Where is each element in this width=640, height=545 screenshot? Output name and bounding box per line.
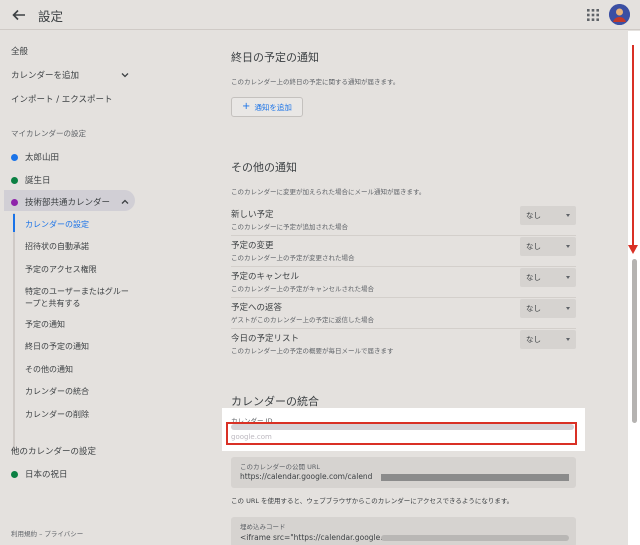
calendar-color-dot xyxy=(11,470,18,478)
calendar-color-dot xyxy=(11,198,18,206)
sidebar-calendar-tech-shared[interactable]: 技術部共通カレンダー xyxy=(11,196,110,208)
calendar-color-dot xyxy=(11,153,18,161)
submenu-share-users-line2[interactable]: ープと共有する xyxy=(25,298,81,309)
notif-row-desc: ゲストがこのカレンダー上の予定に返信した場合 xyxy=(231,316,374,324)
scroll-annotation-arrow-head-icon xyxy=(628,245,638,254)
back-arrow-icon[interactable] xyxy=(11,7,27,23)
other-calendars-heading: 他のカレンダーの設定 xyxy=(11,447,97,457)
submenu-active-indicator xyxy=(13,214,15,232)
sidebar-item-add-calendar[interactable]: カレンダーを追加 xyxy=(11,69,79,81)
add-notification-label: 通知を追加 xyxy=(254,102,292,112)
submenu-event-notifications[interactable]: 予定の通知 xyxy=(25,319,65,330)
public-url-redacted xyxy=(381,474,569,481)
notif-row-label: 新しい予定 xyxy=(231,210,274,220)
notif-row-label: 予定の変更 xyxy=(231,241,274,251)
calendar-label: 太郎山田 xyxy=(25,153,60,163)
submenu-other-notifications[interactable]: その他の通知 xyxy=(25,364,73,375)
integration-section-title: カレンダーの統合 xyxy=(231,395,319,408)
notif-row-daily-agenda: 今日の予定リスト このカレンダー上の予定の概要が毎日メールで届きます なし xyxy=(231,329,576,360)
notif-row-desc: このカレンダー上の予定の概要が毎日メールで届きます xyxy=(231,347,394,355)
public-url-text: https://calendar.google.com/calend xyxy=(240,472,373,481)
my-calendars-heading: マイカレンダーの設定 xyxy=(11,129,86,138)
submenu-allday-notifications[interactable]: 終日の予定の通知 xyxy=(25,341,89,352)
dropdown-arrow-icon xyxy=(566,276,570,279)
app-header: 設定 xyxy=(0,0,640,30)
calendar-label: 日本の祝日 xyxy=(25,470,68,480)
submenu-guide-line xyxy=(13,213,15,453)
embed-code-blurred xyxy=(381,535,569,541)
dropdown-arrow-icon xyxy=(566,338,570,341)
sidebar-item-general[interactable]: 全般 xyxy=(11,45,28,57)
notif-select-event-response[interactable]: なし xyxy=(520,299,576,318)
scrollbar-thumb[interactable] xyxy=(632,259,637,423)
dropdown-arrow-icon xyxy=(566,245,570,248)
footer-links[interactable]: 利用規約 – プライバシー xyxy=(11,528,83,538)
embed-code-field[interactable]: 埋め込みコード <iframe src="https://calendar.go… xyxy=(231,517,576,545)
public-url-note: この URL を使用すると、ウェブブラウザからこのカレンダーにアクセスできるよう… xyxy=(231,497,514,505)
embed-code-label: 埋め込みコード xyxy=(240,523,286,531)
calendar-label: 誕生日 xyxy=(25,176,51,186)
notif-row-label: 予定のキャンセル xyxy=(231,272,300,282)
notif-row-event-response: 予定への返答 ゲストがこのカレンダー上の予定に返信した場合 なし xyxy=(231,298,576,329)
other-section-desc: このカレンダーに変更が加えられた場合にメール通知が届きます。 xyxy=(231,188,426,196)
submenu-integrate-calendar[interactable]: カレンダーの統合 xyxy=(25,386,89,397)
notif-row-new-event: 新しい予定 このカレンダーに予定が追加された場合 なし xyxy=(231,205,576,236)
embed-code-text: <iframe src="https://calendar.google.c xyxy=(240,533,387,542)
avatar-image-icon xyxy=(609,4,630,25)
submenu-access-permissions[interactable]: 予定のアクセス権限 xyxy=(25,264,97,275)
public-url-field[interactable]: このカレンダーの公開 URL https://calendar.google.c… xyxy=(231,457,576,488)
sidebar-calendar-birthday[interactable]: 誕生日 xyxy=(11,174,51,186)
submenu-share-users-line1[interactable]: 特定のユーザーまたはグルー xyxy=(25,286,129,297)
sidebar-calendar-jp-holidays[interactable]: 日本の祝日 xyxy=(11,468,68,480)
add-notification-button[interactable]: + 通知を追加 xyxy=(231,97,303,117)
other-section-title: その他の通知 xyxy=(231,161,297,174)
notif-row-changed-event: 予定の変更 このカレンダー上の予定が変更された場合 なし xyxy=(231,236,576,267)
submenu-auto-accept[interactable]: 招待状の自動承諾 xyxy=(25,241,89,252)
dropdown-arrow-icon xyxy=(566,307,570,310)
avatar[interactable] xyxy=(609,4,630,25)
sidebar-calendar-taro[interactable]: 太郎山田 xyxy=(11,151,59,163)
notif-select-new-event[interactable]: なし xyxy=(520,206,576,225)
submenu-delete-calendar[interactable]: カレンダーの削除 xyxy=(25,409,89,420)
chevron-down-icon[interactable] xyxy=(121,71,129,79)
chevron-up-icon[interactable] xyxy=(121,198,129,206)
allday-section-title: 終日の予定の通知 xyxy=(231,51,319,64)
submenu-calendar-settings[interactable]: カレンダーの設定 xyxy=(25,219,89,230)
notif-select-changed-event[interactable]: なし xyxy=(520,237,576,256)
main-scrollbar[interactable] xyxy=(628,31,640,545)
settings-main: 終日の予定の通知 このカレンダー上の終日の予定に関する通知が届きます。 + 通知… xyxy=(210,31,615,545)
calendar-color-dot xyxy=(11,176,18,184)
apps-grid-icon[interactable] xyxy=(587,9,599,21)
sidebar: 全般 カレンダーを追加 インポート / エクスポート マイカレンダーの設定 太郎… xyxy=(0,31,210,545)
notif-select-cancelled-event[interactable]: なし xyxy=(520,268,576,287)
calendar-label: 技術部共通カレンダー xyxy=(25,198,111,208)
sidebar-item-import-export[interactable]: インポート / エクスポート xyxy=(11,93,113,105)
dropdown-arrow-icon xyxy=(566,214,570,217)
notif-select-daily-agenda[interactable]: なし xyxy=(520,330,576,349)
notif-row-label: 今日の予定リスト xyxy=(231,334,300,344)
scroll-annotation-arrow-line xyxy=(632,45,634,248)
notif-row-desc: このカレンダーに予定が追加された場合 xyxy=(231,223,348,231)
notif-row-cancelled-event: 予定のキャンセル このカレンダー上の予定がキャンセルされた場合 なし xyxy=(231,267,576,298)
public-url-label: このカレンダーの公開 URL xyxy=(240,463,320,471)
allday-section-desc: このカレンダー上の終日の予定に関する通知が届きます。 xyxy=(231,78,400,86)
calendar-id-highlight-box xyxy=(226,422,577,445)
notif-row-label: 予定への返答 xyxy=(231,303,283,313)
notif-row-desc: このカレンダー上の予定が変更された場合 xyxy=(231,254,355,262)
page-title: 設定 xyxy=(38,9,64,24)
plus-icon: + xyxy=(242,101,251,112)
notif-row-desc: このカレンダー上の予定がキャンセルされた場合 xyxy=(231,285,374,293)
